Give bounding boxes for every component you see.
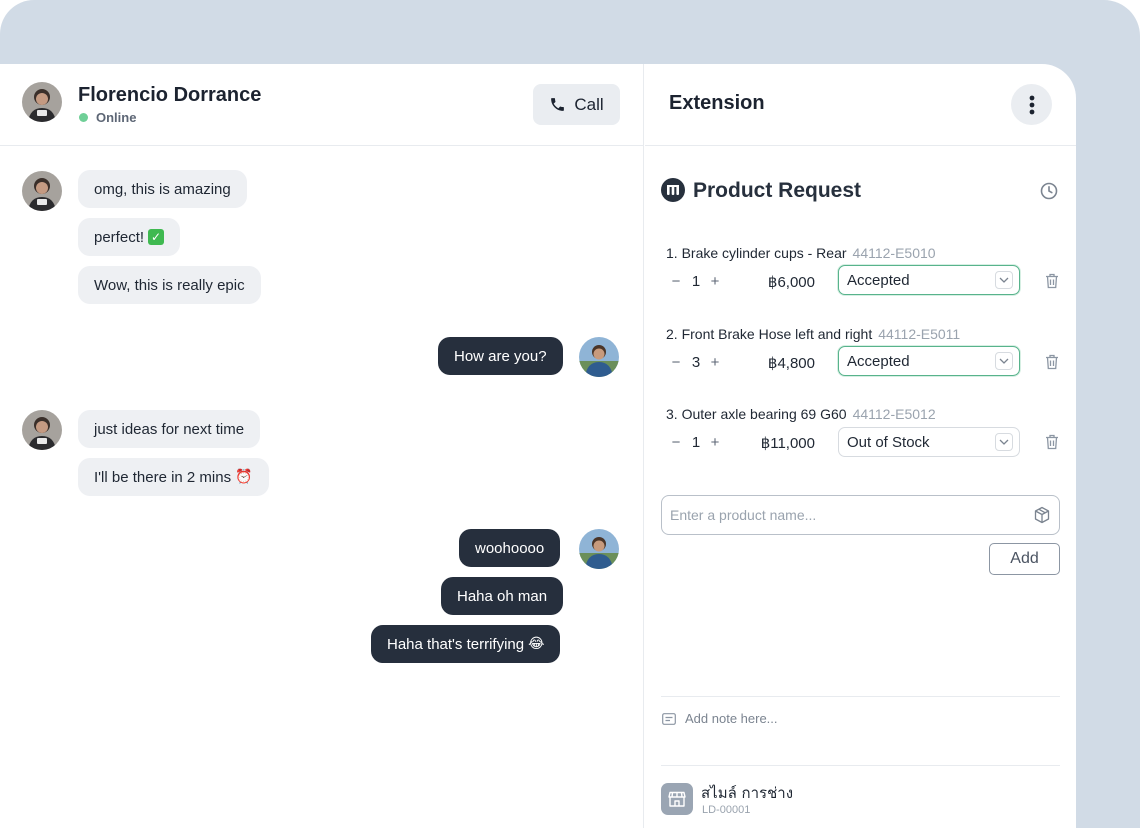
extension-title: Extension (669, 92, 765, 114)
call-button-label: Call (574, 94, 604, 114)
check-mark-emoji-icon: ✓ (148, 229, 165, 245)
extension-pane: Extension Product Request 1. Brake cylin… (645, 64, 1076, 828)
product-search-field (661, 495, 1060, 535)
note-input[interactable] (685, 706, 1045, 730)
qty-decrease-button[interactable]: − (669, 354, 683, 371)
extension-header: Extension (645, 64, 1076, 146)
contact-avatar[interactable] (22, 82, 62, 122)
message-text: I'll be there in 2 mins (94, 468, 232, 486)
qty-value: 1 (691, 434, 701, 451)
contact-name: Florencio Dorrance (78, 84, 262, 106)
status-select[interactable]: Accepted (838, 265, 1020, 295)
more-vertical-icon (1029, 95, 1034, 114)
item-price: ฿4,800 (767, 355, 815, 372)
status-select-value: Accepted (847, 271, 910, 289)
shop-name: สไมล์ การช่าง (701, 784, 794, 802)
message-incoming: I'll be there in 2 mins ⏰ (78, 458, 269, 496)
shop-id: LD-00001 (702, 804, 751, 816)
shop-icon (661, 783, 693, 815)
product-item-code: 44112-E5011 (878, 326, 961, 342)
message-incoming: perfect! ✓ (78, 218, 181, 256)
laughing-emoji-icon: 😂 (528, 636, 545, 652)
product-item-title: 2. Front Brake Hose left and right 44112-… (666, 326, 960, 342)
qty-value: 3 (691, 354, 701, 371)
product-item-code: 44112-E5012 (852, 406, 936, 422)
message-text: How are you? (454, 347, 547, 365)
product-item-label: 2. Front Brake Hose left and right (666, 326, 873, 342)
add-product-button[interactable]: Add (989, 543, 1060, 575)
note-icon (662, 713, 676, 725)
chevron-down-icon (995, 271, 1013, 289)
product-item-code: 44112-E5010 (852, 245, 936, 261)
message-incoming: Wow, this is really epic (78, 266, 261, 304)
status-select[interactable]: Out of Stock (838, 427, 1020, 457)
qty-increase-button[interactable]: + (708, 273, 722, 290)
qty-increase-button[interactable]: + (708, 354, 722, 371)
chat-pane: Florencio Dorrance Online Call omg, this… (0, 64, 644, 828)
chevron-down-icon (995, 433, 1013, 451)
online-status-text: Online (96, 110, 137, 125)
item-price: ฿6,000 (767, 274, 815, 291)
message-text: perfect! (94, 228, 145, 246)
qty-decrease-button[interactable]: − (669, 273, 683, 290)
status-select[interactable]: Accepted (838, 346, 1020, 376)
item-price: ฿11,000 (760, 435, 815, 452)
product-item-label: 3. Outer axle bearing 69 G60 (666, 406, 847, 422)
box-icon (1034, 506, 1050, 524)
message-text: woohoooo (475, 539, 545, 557)
trash-icon[interactable] (1045, 354, 1059, 370)
contact-avatar (22, 410, 62, 450)
chat-header: Florencio Dorrance Online Call (0, 64, 644, 146)
qty-decrease-button[interactable]: − (669, 434, 683, 451)
qty-increase-button[interactable]: + (708, 434, 722, 451)
online-status-dot (79, 113, 88, 122)
contact-avatar (22, 171, 62, 211)
app-card: Florencio Dorrance Online Call omg, this… (0, 64, 1076, 828)
message-incoming: just ideas for next time (78, 410, 261, 448)
status-select-value: Out of Stock (847, 433, 930, 451)
message-outgoing: How are you? (438, 337, 563, 375)
user-avatar (579, 337, 619, 377)
call-button[interactable]: Call (533, 84, 620, 125)
alarm-clock-emoji-icon: ⏰ (235, 469, 253, 485)
message-text: Wow, this is really epic (94, 276, 245, 294)
trash-icon[interactable] (1045, 434, 1059, 450)
divider (661, 696, 1060, 697)
history-icon[interactable] (1040, 182, 1058, 200)
product-item-title: 3. Outer axle bearing 69 G60 44112-E5012 (666, 406, 936, 422)
section-title: Product Request (693, 179, 862, 202)
divider (661, 765, 1060, 766)
more-options-button[interactable] (1011, 84, 1052, 125)
message-text: Haha that's terrifying (387, 635, 525, 653)
status-select-value: Accepted (847, 352, 910, 370)
message-outgoing: Haha that's terrifying 😂 (371, 625, 561, 663)
brand-logo-icon (661, 178, 685, 202)
qty-value: 1 (691, 273, 701, 290)
message-outgoing: woohoooo (459, 529, 561, 567)
product-name-input[interactable] (670, 496, 1020, 534)
chevron-down-icon (995, 352, 1013, 370)
phone-icon (551, 98, 565, 111)
message-incoming: omg, this is amazing (78, 170, 247, 208)
message-text: omg, this is amazing (94, 180, 231, 198)
product-item-label: 1. Brake cylinder cups - Rear (666, 245, 847, 261)
message-outgoing: Haha oh man (441, 577, 564, 615)
product-item-title: 1. Brake cylinder cups - Rear 44112-E5010 (666, 245, 936, 261)
user-avatar (579, 529, 619, 569)
trash-icon[interactable] (1045, 273, 1059, 289)
message-text: just ideas for next time (94, 420, 245, 438)
message-text: Haha oh man (457, 587, 548, 605)
